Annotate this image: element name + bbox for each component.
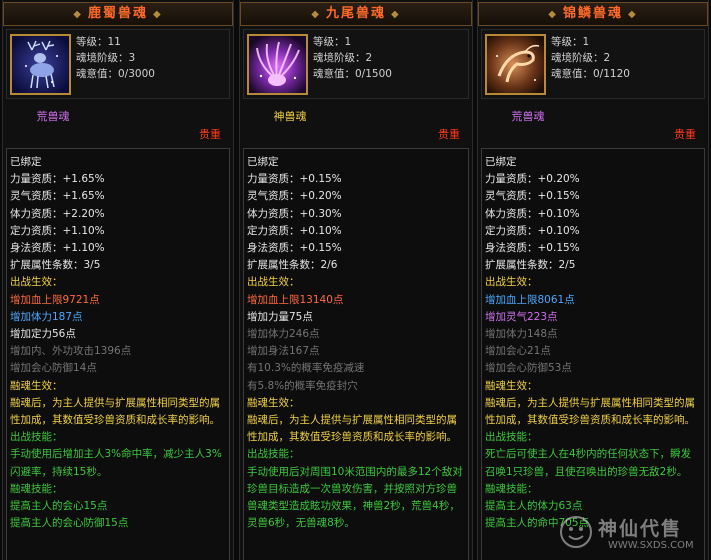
deer-portrait-icon[interactable]	[10, 34, 71, 95]
card-stats: 等级：1 魂境阶级：2 魂意值：0/1500	[313, 34, 392, 82]
attr-line: 体力资质：+0.30%	[247, 207, 342, 220]
fusion-effect-label: 融魂生效：	[10, 379, 63, 392]
battle-effect-label: 出战生效：	[485, 276, 538, 289]
fusion-effect-text: 融魂后，为主人提供与扩展属性相同类型的属性加成，其数值受珍兽资质和成长率的影响。	[247, 414, 457, 444]
soul-type: 荒兽魂	[36, 110, 70, 123]
will-text: 魂意值：0/3000	[76, 68, 155, 80]
nine-tailed-fox-portrait-icon[interactable]	[247, 34, 308, 95]
attr-line: 定力资质：+1.10%	[10, 224, 105, 237]
realm-text: 魂境阶级：3	[76, 52, 136, 64]
fusion-effect-label: 融魂生效：	[247, 396, 300, 409]
fusion-effect-text: 融魂后，为主人提供与扩展属性相同类型的属性加成，其数值受珍兽资质和成长率的影响。	[485, 396, 695, 427]
card-header: 等级：1 魂境阶级：2 魂意值：0/1500	[243, 29, 469, 99]
attr-line: 力量资质：+1.65%	[10, 173, 105, 186]
fusion-effect-label: 融魂生效：	[485, 379, 538, 392]
battle-effect: 增加血上限13140点	[247, 293, 344, 306]
koi-portrait-icon[interactable]	[485, 34, 546, 95]
battle-effect: 有5.8%的概率免疫封穴	[247, 379, 358, 392]
battle-effect: 增加力量75点	[247, 310, 313, 323]
realm-text: 魂境阶级：2	[313, 52, 373, 64]
level-text: 等级：1	[313, 36, 352, 48]
battle-effect: 有10.3%的概率免疫减速	[247, 362, 365, 375]
battle-skill-label: 出战技能：	[10, 431, 63, 444]
attr-line: 力量资质：+0.20%	[485, 173, 580, 186]
soul-type: 神兽魂	[273, 110, 307, 123]
watermark-text: 神仙代售	[598, 518, 683, 540]
expand-count: 扩展属性条数：2/6	[247, 259, 338, 272]
attr-line: 定力资质：+0.10%	[485, 224, 580, 237]
bound-status: 已绑定	[10, 156, 42, 168]
realm-text: 魂境阶级：2	[551, 52, 611, 64]
card-details: 已绑定 力量资质：+1.65% 灵气资质：+1.65% 体力资质：+2.20% …	[6, 148, 230, 560]
expand-count: 扩展属性条数：2/5	[485, 259, 576, 272]
battle-effect: 增加内、外功攻击1396点	[10, 345, 132, 358]
card-header: 等级：11 魂境阶级：3 魂意值：0/3000	[6, 29, 230, 99]
attr-line: 体力资质：+0.10%	[485, 207, 580, 220]
will-text: 魂意值：0/1120	[551, 68, 630, 80]
attr-line: 灵气资质：+0.15%	[485, 190, 580, 203]
attr-line: 身法资质：+1.10%	[10, 242, 105, 255]
battle-effect: 增加会心21点	[485, 345, 551, 358]
soul-type: 荒兽魂	[511, 110, 545, 123]
battle-effect: 增加体力246点	[247, 328, 320, 341]
expand-count: 扩展属性条数：3/5	[10, 259, 101, 272]
battle-effect: 增加体力148点	[485, 328, 558, 341]
battle-skill-label: 出战技能：	[485, 431, 538, 444]
battle-effect: 增加体力187点	[10, 310, 83, 323]
card-details: 已绑定 力量资质：+0.20% 灵气资质：+0.15% 体力资质：+0.10% …	[481, 148, 705, 560]
card-title: ◆ 锦鳞兽魂 ◆	[478, 2, 708, 26]
site-watermark: 神仙代售 WWW.SXDS.COM	[554, 512, 702, 558]
battle-effect: 增加灵气223点	[485, 310, 558, 323]
card-stats: 等级：1 魂境阶级：2 魂意值：0/1120	[551, 34, 630, 82]
card-details: 已绑定 力量资质：+0.15% 灵气资质：+0.20% 体力资质：+0.30% …	[243, 148, 469, 560]
battle-effect: 增加身法167点	[247, 345, 320, 358]
fusion-skill: 提高主人的会心15点	[10, 500, 108, 513]
rarity-label: 贵重	[199, 128, 221, 141]
fusion-skill-label: 融魂技能：	[485, 482, 538, 495]
attr-line: 力量资质：+0.15%	[247, 173, 342, 186]
fusion-effect-text: 融魂后，为主人提供与扩展属性相同类型的属性加成，其数值受珍兽资质和成长率的影响。	[10, 396, 220, 427]
battle-effect: 增加血上限9721点	[10, 293, 100, 306]
battle-effect: 增加会心防御14点	[10, 362, 97, 375]
rarity-label: 贵重	[674, 128, 696, 141]
battle-skill-label: 出战技能：	[247, 448, 300, 461]
fusion-skill-label: 融魂技能：	[10, 482, 63, 495]
card-title: ◆ 鹿蜀兽魂 ◆	[3, 2, 233, 26]
rarity-label: 贵重	[438, 128, 460, 141]
fusion-skill: 提高主人的会心防御15点	[10, 517, 129, 530]
attr-line: 身法资质：+0.15%	[485, 242, 580, 255]
will-text: 魂意值：0/1500	[313, 68, 392, 80]
level-text: 等级：1	[551, 36, 590, 48]
soul-card-1: ◆ 鹿蜀兽魂 ◆ 等级：11 魂境阶级：3 魂意值：0/3000 荒兽魂 贵重 已绑…	[2, 0, 234, 560]
attr-line: 灵气资质：+0.20%	[247, 190, 342, 203]
card-header: 等级：1 魂境阶级：2 魂意值：0/1120	[481, 29, 705, 99]
battle-skill-text: 死亡后可使主人在4秒内的任何状态下，瞬发召唤1只珍兽，且使召唤出的珍兽无敌2秒。	[485, 448, 692, 478]
watermark-logo-icon	[560, 516, 592, 548]
battle-effect: 增加血上限8061点	[485, 293, 575, 306]
card-stats: 等级：11 魂境阶级：3 魂意值：0/3000	[76, 34, 155, 82]
battle-skill-text: 手动使用后增加主人3%命中率，减少主人3%闪避率，持续15秒。	[10, 448, 222, 478]
battle-effect: 增加会心防御53点	[485, 362, 572, 375]
bound-status: 已绑定	[247, 156, 279, 168]
soul-card-2: ◆ 九尾兽魂 ◆ 等级：1 魂境阶级：2 魂意值：0/1500 神兽魂 贵重 已绑定…	[239, 0, 473, 560]
bound-status: 已绑定	[485, 156, 517, 168]
battle-effect: 增加定力56点	[10, 328, 76, 341]
soul-card-3: ◆ 锦鳞兽魂 ◆ 等级：1 魂境阶级：2 魂意值：0/1120 荒兽魂 贵重 已绑定…	[477, 0, 709, 560]
attr-line: 身法资质：+0.15%	[247, 242, 342, 255]
battle-effect-label: 出战生效：	[10, 276, 63, 289]
card-title: ◆ 九尾兽魂 ◆	[240, 2, 472, 26]
watermark-url: WWW.SXDS.COM	[608, 540, 694, 551]
attr-line: 体力资质：+2.20%	[10, 207, 105, 220]
level-text: 等级：11	[76, 36, 121, 48]
attr-line: 灵气资质：+1.65%	[10, 190, 105, 203]
attr-line: 定力资质：+0.10%	[247, 224, 342, 237]
battle-skill-text: 手动使用后对周围10米范围内的最多12个敌对珍兽目标造成一次兽攻伤害，并按照对方…	[247, 465, 463, 530]
battle-effect-label: 出战生效：	[247, 276, 300, 289]
